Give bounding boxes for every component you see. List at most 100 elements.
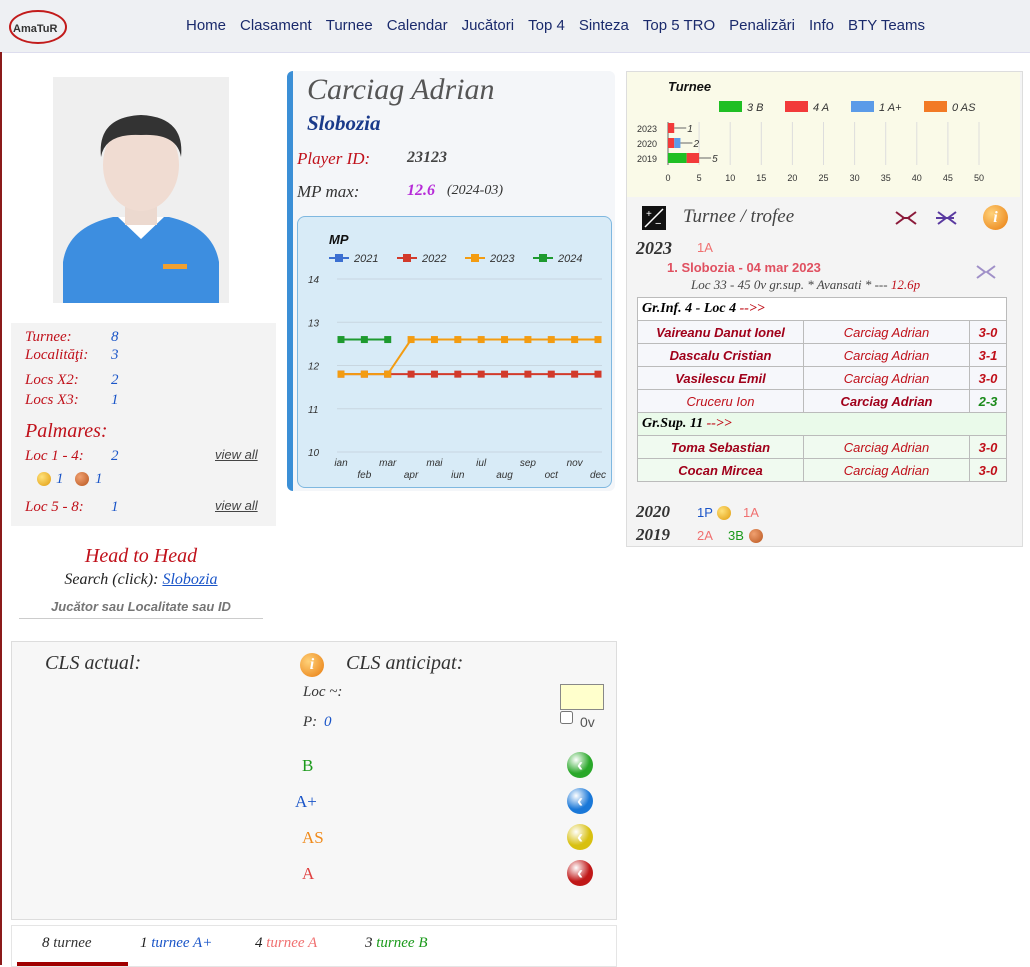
player-name: Carciag Adrian: [307, 73, 495, 106]
legend-label-2022: 2022: [421, 253, 446, 265]
trofee-title: Turnee / trofee: [683, 206, 795, 227]
turnee-chart-title: Turnee: [668, 79, 711, 94]
match-player-1[interactable]: Toma Sebastian: [637, 435, 804, 459]
group-sup-label: Gr.Sup. 11: [642, 416, 707, 431]
tab-3[interactable]: 3 turnee B: [365, 935, 427, 952]
view-all-loc-1-4-link[interactable]: view all: [215, 447, 258, 462]
match-player-1[interactable]: Dascalu Cristian: [637, 343, 804, 367]
point-2023-apr: [407, 336, 415, 344]
cls-level-back-button-A[interactable]: ‹: [567, 860, 593, 886]
turnee-legend-swatch-2: [851, 101, 874, 112]
cls-level-back-button-A+[interactable]: ‹: [567, 788, 593, 814]
cls-level-back-button-B[interactable]: ‹: [567, 752, 593, 778]
event-title[interactable]: 1. Slobozia - 04 mar 2023: [667, 260, 821, 275]
nav-top5-tro[interactable]: Top 5 TRO: [643, 17, 715, 34]
player-avatar: [53, 77, 229, 303]
amatur-logo[interactable]: AmaTuR: [8, 8, 68, 46]
tab-0[interactable]: 8 turnee: [42, 935, 92, 952]
legend-label-2023: 2023: [489, 253, 515, 265]
cls-0v-checkbox[interactable]: [560, 711, 573, 724]
year-2020-a: 1A: [743, 505, 759, 520]
match-row[interactable]: Dascalu Cristian Carciag Adrian 3-1: [637, 343, 1007, 367]
loc-1-4-value: 2: [111, 448, 119, 464]
turnee-x-tick-20: 20: [787, 173, 797, 183]
group-sup-arrow[interactable]: -->>: [707, 416, 732, 431]
mp-chart-title: MP: [329, 232, 349, 247]
player-id-value: 23123: [407, 149, 447, 166]
point-2023-ian: [337, 370, 345, 378]
nav-bty-teams[interactable]: BTY Teams: [848, 17, 925, 34]
match-player-1[interactable]: Cocan Mircea: [637, 458, 804, 482]
cls-loc-input[interactable]: [560, 684, 604, 710]
gold-medal-count: 1: [56, 471, 64, 487]
nav-top4[interactable]: Top 4: [528, 17, 565, 34]
bronze-medal-icon: [75, 472, 89, 486]
nav-penalizari[interactable]: Penalizări: [729, 17, 795, 34]
trofee-info-icon[interactable]: i: [983, 205, 1008, 230]
turnee-bar-2019-1: [686, 153, 700, 163]
bronze-medal-count: 1: [95, 471, 103, 487]
match-player-1[interactable]: Vasilescu Emil: [637, 366, 804, 390]
nav-turnee[interactable]: Turnee: [326, 17, 373, 34]
point-2024-mar: [384, 336, 392, 344]
nav-clasament[interactable]: Clasament: [240, 17, 312, 34]
collapse-all-icon[interactable]: [894, 208, 918, 228]
tab-1[interactable]: 1 turnee A+: [140, 935, 212, 952]
cls-level-label-A+: A+: [295, 792, 317, 811]
nav-sinteza[interactable]: Sinteza: [579, 17, 629, 34]
point-2022-dec: [594, 370, 602, 378]
view-all-loc-5-8-link[interactable]: view all: [215, 498, 258, 513]
group-inf-arrow[interactable]: -->>: [740, 301, 765, 316]
turnee-category-2019: 2019: [637, 154, 657, 164]
x-tick-mar: mar: [379, 458, 397, 469]
nav-calendar[interactable]: Calendar: [387, 17, 448, 34]
match-player-1[interactable]: Cruceru Ion: [637, 389, 804, 413]
expand-all-icon[interactable]: [934, 208, 958, 228]
legend-label-2021: 2021: [353, 253, 378, 265]
event-collapse-icon[interactable]: [975, 262, 997, 282]
loc-5-8-label: Loc 5 - 8:: [25, 499, 84, 515]
h2h-search-input[interactable]: [19, 595, 263, 619]
match-row[interactable]: Toma Sebastian Carciag Adrian 3-0: [637, 435, 1007, 459]
stats-toggle-icon[interactable]: + −: [641, 205, 667, 231]
cls-level-label-B: B: [302, 756, 314, 775]
point-2023-oct: [547, 336, 555, 344]
match-score: 3-0: [969, 366, 1007, 390]
localitati-value: 3: [111, 347, 119, 363]
match-score: 2-3: [969, 389, 1007, 413]
match-score: 3-0: [969, 435, 1007, 459]
locs-x3-value: 1: [111, 392, 119, 408]
nav-home[interactable]: Home: [186, 17, 226, 34]
turnee-legend-label-3: 0 AS: [952, 102, 976, 114]
match-score: 3-0: [969, 458, 1007, 482]
year-2019: 2019: [636, 525, 670, 544]
point-2023-feb: [360, 370, 368, 378]
turnee-bar-2020-2: [674, 138, 681, 148]
tab-2[interactable]: 4 turnee A: [255, 935, 317, 952]
turnee-legend-label-1: 4 A: [813, 102, 829, 114]
match-row[interactable]: Vasilescu Emil Carciag Adrian 3-0: [637, 366, 1007, 390]
nav-info[interactable]: Info: [809, 17, 834, 34]
palmares-title: Palmares:: [25, 420, 108, 442]
left-border-line: [0, 52, 2, 965]
event-detail-text: Loc 33 - 45 0v gr.sup. * Avansati * ---: [691, 277, 891, 292]
h2h-city-link[interactable]: Slobozia: [162, 571, 217, 588]
x-tick-oct: oct: [545, 470, 560, 481]
legend-marker-2021: [335, 254, 343, 262]
cls-info-icon[interactable]: i: [300, 653, 324, 677]
turnee-total-2019: 5: [712, 154, 718, 165]
svg-text:−: −: [655, 218, 661, 230]
turnee-x-tick-35: 35: [881, 173, 891, 183]
match-row[interactable]: Cocan Mircea Carciag Adrian 3-0: [637, 458, 1007, 482]
player-stats-box: Turnee: 8 Localităţi: 3 Locs X2: 2 Locs …: [11, 323, 276, 526]
series-line-2023-0: [341, 338, 598, 376]
match-row[interactable]: Cruceru Ion Carciag Adrian 2-3: [637, 389, 1007, 413]
nav-jucatori[interactable]: Jucători: [462, 17, 515, 34]
match-player-1[interactable]: Vaireanu Danut Ionel: [637, 320, 804, 344]
logo-text: AmaTuR: [13, 23, 57, 35]
match-row[interactable]: Vaireanu Danut Ionel Carciag Adrian 3-0: [637, 320, 1007, 344]
match-player-2: Carciag Adrian: [803, 320, 970, 344]
match-score: 3-0: [969, 320, 1007, 344]
point-2022-apr: [407, 370, 415, 378]
cls-level-back-button-AS[interactable]: ‹: [567, 824, 593, 850]
